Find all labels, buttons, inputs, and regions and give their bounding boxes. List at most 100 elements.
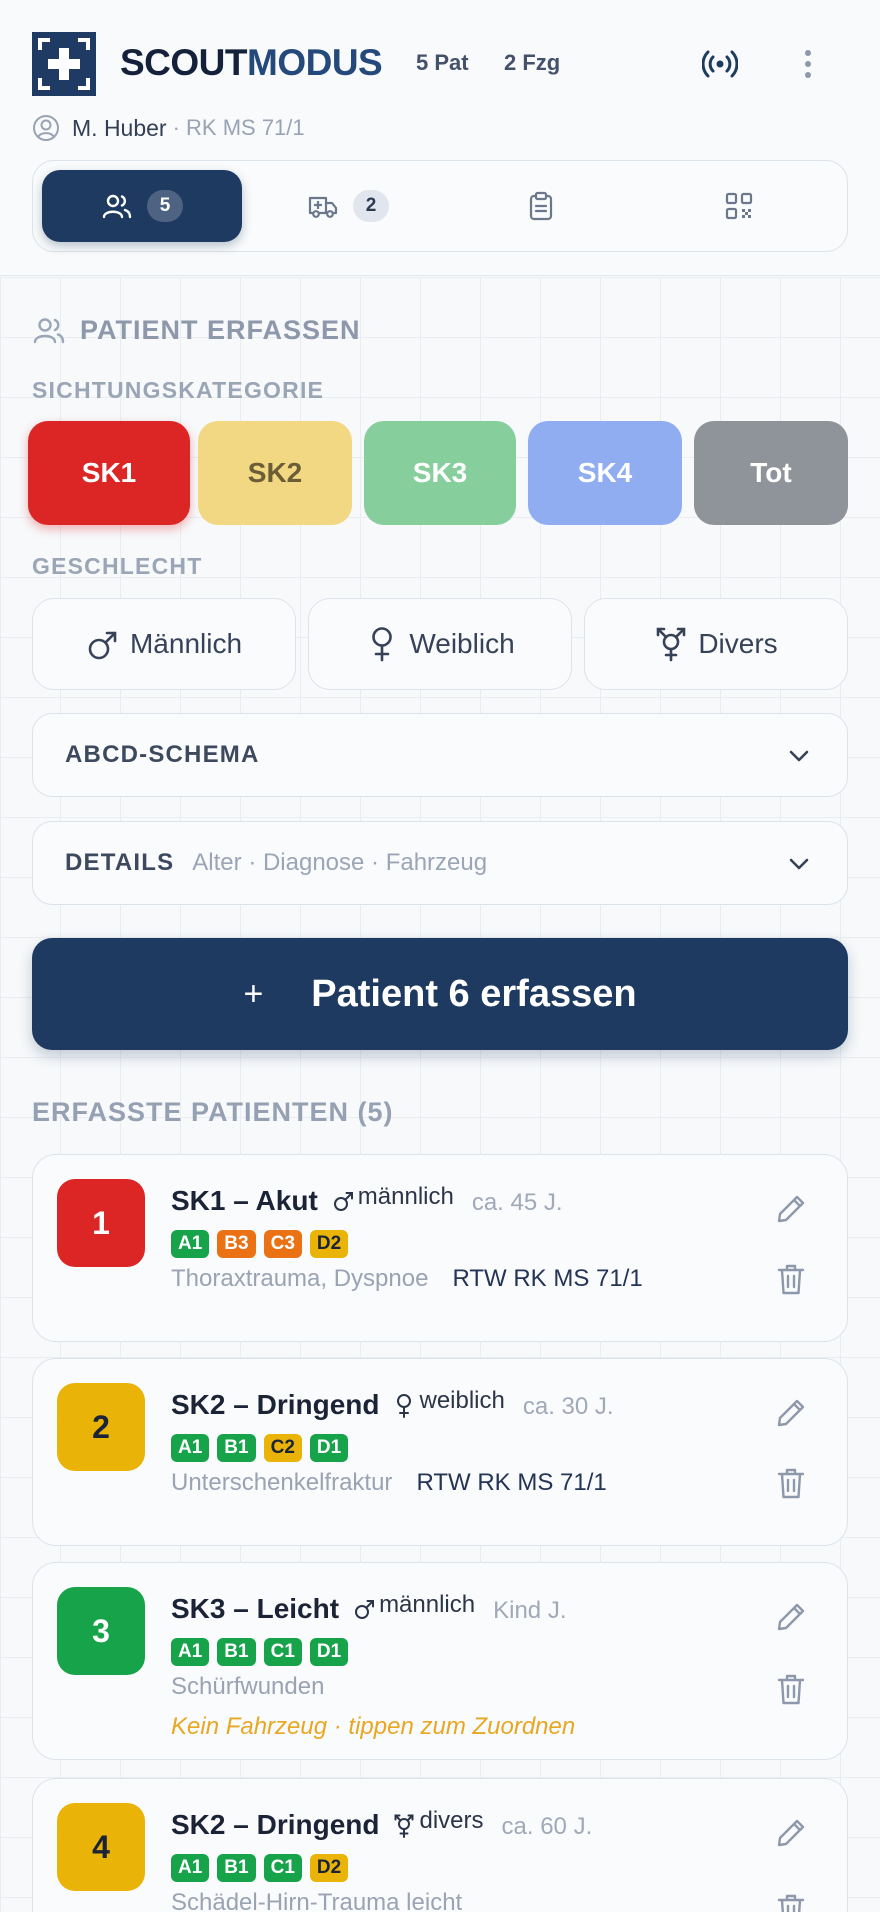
vehicle-count: 2 Fzg [504, 50, 561, 75]
patient-sex: divers [419, 1807, 484, 1834]
tab-vehicles[interactable]: 2 [248, 170, 448, 242]
patient-age: ca. 60 J. [501, 1813, 593, 1840]
patient-category: SK2 – Dringend [171, 1389, 380, 1420]
add-patient-button[interactable]: + Patient 6 erfassen [32, 938, 848, 1050]
patient-card[interactable]: 4 SK2 – Dringend divers ca. 60 J. A1 B1 … [32, 1778, 848, 1912]
patient-category: SK1 – Akut [171, 1185, 318, 1216]
edit-icon[interactable] [773, 1599, 809, 1635]
abcd-tag: B1 [217, 1638, 256, 1666]
tab-badge: 2 [353, 190, 389, 222]
patient-sex: männlich [379, 1591, 476, 1618]
male-icon [88, 631, 117, 660]
trash-icon[interactable] [773, 1261, 809, 1297]
abcd-tag: A1 [171, 1854, 210, 1882]
abcd-tags: A1 B3 C3 D2 [171, 1230, 349, 1258]
more-vertical-icon[interactable] [794, 46, 822, 82]
abcd-accordion[interactable]: ABCD-SCHEMA [32, 713, 848, 797]
diverse-icon [394, 1814, 414, 1838]
patient-diagnosis: Schürfwunden [171, 1673, 325, 1700]
category-sk1-button[interactable]: SK1 [28, 421, 190, 525]
male-icon [355, 1600, 375, 1619]
patient-card[interactable]: 2 SK2 – Dringend weiblich ca. 30 J. A1 B… [32, 1358, 848, 1546]
tab-protocol[interactable] [441, 170, 641, 242]
edit-icon[interactable] [773, 1191, 809, 1227]
assign-vehicle-link[interactable]: Kein Fahrzeug · tippen zum Zuordnen [171, 1713, 575, 1741]
patient-card[interactable]: 3 SK3 – Leicht männlich Kind J. A1 B1 C1… [32, 1562, 848, 1760]
abcd-tag: A1 [171, 1638, 210, 1666]
tab-badge: 5 [147, 190, 183, 222]
edit-icon[interactable] [773, 1815, 809, 1851]
qr-code-icon [725, 192, 753, 220]
patient-number: 3 [57, 1587, 145, 1675]
form-title-text: PATIENT ERFASSEN [80, 314, 361, 345]
sex-female-label: Weiblich [409, 628, 515, 659]
abcd-tag: C1 [263, 1638, 302, 1666]
logo-icon [32, 32, 96, 96]
sex-female-button[interactable]: Weiblich [308, 598, 572, 690]
diverse-icon [657, 627, 686, 662]
edit-icon[interactable] [773, 1395, 809, 1431]
patient-number: 2 [57, 1383, 145, 1471]
abcd-tag: C1 [263, 1854, 302, 1882]
user-name: M. Huber [72, 114, 167, 141]
app-title: SCOUTMODUS [120, 42, 383, 83]
patient-list-title: ERFASSTE PATIENTEN (5) [32, 1097, 394, 1127]
broadcast-icon[interactable] [702, 46, 738, 82]
sex-male-button[interactable]: Männlich [32, 598, 296, 690]
abcd-tag: B1 [217, 1434, 256, 1462]
patient-vehicle: RTW RK MS 71/1 [416, 1469, 607, 1496]
abcd-tag: D2 [309, 1854, 349, 1882]
category-sk4-button[interactable]: SK4 [528, 421, 682, 525]
patient-age: Kind J. [493, 1597, 567, 1624]
female-icon [397, 1394, 412, 1418]
abcd-tags: A1 B1 C1 D1 [171, 1638, 349, 1666]
details-subtitle: Alter · Diagnose · Fahrzeug [192, 849, 488, 876]
details-accordion[interactable]: DETAILS Alter · Diagnose · Fahrzeug [32, 821, 848, 905]
category-sk3-button[interactable]: SK3 [364, 421, 516, 525]
patient-age: ca. 45 J. [471, 1189, 563, 1216]
clipboard-icon [529, 191, 553, 221]
abcd-tag: D1 [309, 1638, 349, 1666]
sex-diverse-button[interactable]: Divers [584, 598, 848, 690]
main-tabs: 5 2 [32, 160, 848, 252]
patient-number: 1 [57, 1179, 145, 1267]
sex-diverse-label: Divers [698, 628, 778, 659]
details-title: DETAILS [65, 849, 175, 876]
category-label: SICHTUNGSKATEGORIE [32, 377, 325, 403]
add-patient-label: Patient 6 erfassen [311, 972, 637, 1015]
tab-patients[interactable]: 5 [42, 170, 242, 242]
patient-card[interactable]: 1 SK1 – Akut männlich ca. 45 J. A1 B3 C3… [32, 1154, 848, 1342]
male-icon [333, 1192, 353, 1211]
patient-number: 4 [57, 1803, 145, 1891]
abcd-tag: A1 [171, 1230, 210, 1258]
trash-icon[interactable] [773, 1465, 809, 1501]
category-sk2-button[interactable]: SK2 [198, 421, 352, 525]
tab-qr[interactable] [639, 170, 839, 242]
patient-category: SK3 – Leicht [171, 1593, 340, 1624]
patient-category: SK2 – Dringend [171, 1809, 380, 1840]
form-title: PATIENT ERFASSEN [32, 313, 361, 347]
trash-icon[interactable] [773, 1891, 809, 1912]
abcd-tag: B3 [217, 1230, 256, 1258]
patient-vehicle: RTW RK MS 71/1 [452, 1265, 643, 1292]
trash-icon[interactable] [773, 1671, 809, 1707]
sex-label: GESCHLECHT [32, 553, 203, 579]
abcd-tag: D2 [309, 1230, 349, 1258]
chevron-down-icon [789, 750, 809, 762]
patient-diagnosis: Thoraxtrauma, Dyspnoe [171, 1265, 429, 1292]
user-icon [33, 115, 59, 141]
abcd-tag: A1 [171, 1434, 210, 1462]
category-dead-button[interactable]: Tot [694, 421, 848, 525]
patient-sex: weiblich [419, 1387, 505, 1414]
abcd-tag: C2 [263, 1434, 302, 1462]
abcd-title: ABCD-SCHEMA [65, 741, 260, 768]
female-icon [372, 627, 393, 662]
patient-diagnosis: Unterschenkelfraktur [171, 1469, 393, 1496]
user-unit: · RK MS 71/1 [172, 115, 305, 140]
abcd-tags: A1 B1 C1 D2 [171, 1854, 349, 1882]
patient-sex: männlich [357, 1183, 454, 1210]
plus-icon: + [243, 974, 264, 1013]
user-info: M. Huber · RK MS 71/1 [32, 114, 305, 142]
abcd-tag: C3 [263, 1230, 302, 1258]
abcd-tag: B1 [217, 1854, 256, 1882]
